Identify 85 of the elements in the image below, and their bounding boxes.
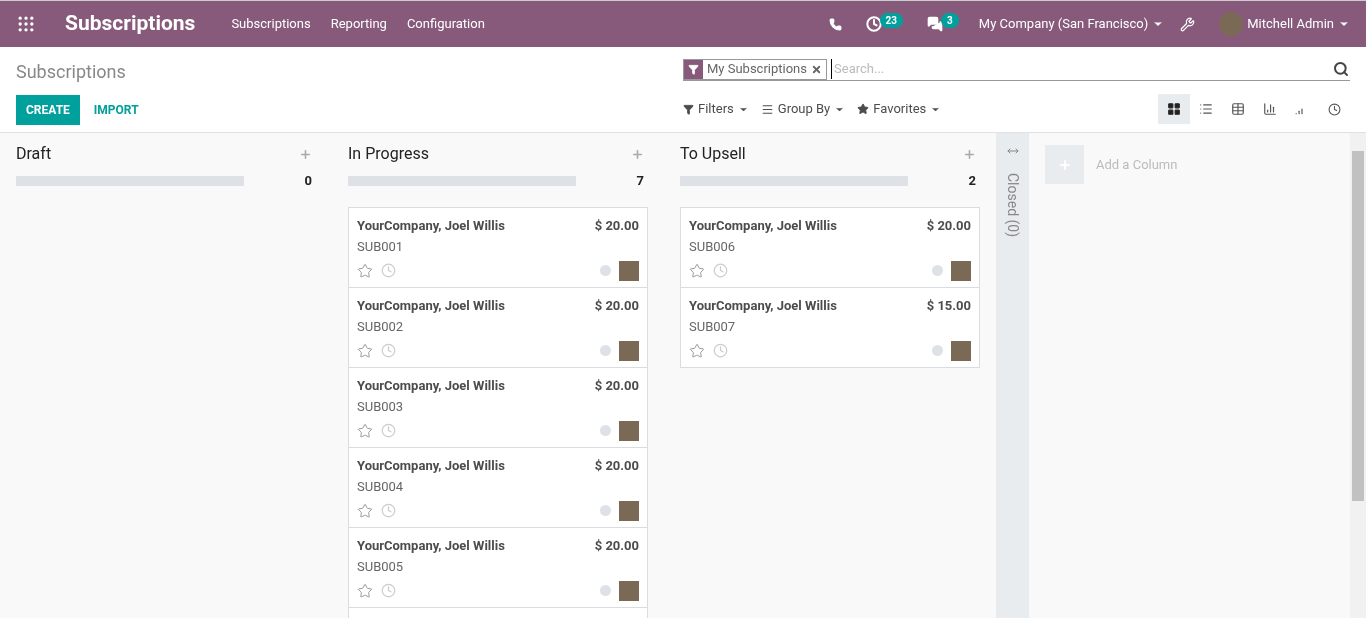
amount: $ 20.00 <box>594 456 639 475</box>
customer-name: YourCompany, Joel Willis <box>357 376 505 395</box>
column-title: To Upsell <box>680 143 746 165</box>
subscription-card[interactable]: YourCompany, Joel Willis $ 20.00 SUB002 <box>348 286 648 368</box>
column-title: In Progress <box>348 143 429 165</box>
star-icon[interactable] <box>689 342 705 359</box>
scrollbar[interactable] <box>1350 133 1366 618</box>
customer-name: YourCompany, Joel Willis <box>689 296 837 315</box>
add-card-icon[interactable] <box>631 147 644 161</box>
amount: $ 15.00 <box>926 296 971 315</box>
avatar-placeholder <box>619 580 639 601</box>
record-count: 7 <box>636 172 644 190</box>
subscription-card[interactable]: YourCompany, Joel Willis $ 20.00 SUB005 <box>348 526 648 608</box>
star-icon[interactable] <box>357 342 373 359</box>
star-icon[interactable] <box>357 422 373 439</box>
list-lines-icon <box>760 102 774 116</box>
company-switcher[interactable]: My Company (San Francisco) <box>978 14 1165 34</box>
subscription-reference: SUB007 <box>689 318 736 336</box>
avatar-placeholder <box>619 420 639 441</box>
remove-icon[interactable] <box>811 63 822 75</box>
customer-name: YourCompany, Joel Willis <box>357 296 505 315</box>
table-view-icon <box>1231 102 1245 116</box>
avatar-placeholder <box>951 340 971 361</box>
subscription-card[interactable]: YourCompany, Joel Willis $ 20.00 SUB004 <box>348 446 648 528</box>
subscription-card[interactable]: YourCompany, Joel Willis $ 20.00 SUB006 <box>680 206 980 288</box>
search-icon[interactable] <box>1333 61 1349 77</box>
avatar-placeholder <box>951 260 971 281</box>
search-menu-dropdown[interactable]: Favorites <box>857 99 942 119</box>
amount: $ 20.00 <box>594 376 639 395</box>
star-icon[interactable] <box>357 262 373 279</box>
subscription-reference: SUB003 <box>357 398 404 416</box>
filter-icon <box>688 63 699 75</box>
add-card-icon[interactable] <box>299 147 312 161</box>
star-icon[interactable] <box>357 582 373 599</box>
message-count-badge: 3 <box>941 12 959 28</box>
filter-facet[interactable]: My Subscriptions <box>683 58 827 80</box>
amount: $ 20.00 <box>594 296 639 315</box>
subscription-card[interactable]: YourCompany, Joel Willis $ 15.00 SUB007 <box>680 286 980 368</box>
record-count: 0 <box>304 172 312 190</box>
menu-link[interactable]: Configuration <box>406 14 485 34</box>
avatar-placeholder <box>619 500 639 521</box>
menu-link[interactable]: Subscriptions <box>231 14 311 34</box>
clock-icon <box>1327 102 1341 116</box>
star-icon[interactable] <box>357 502 373 519</box>
folded-column-title: Closed (0) <box>1004 173 1022 238</box>
subscription-card[interactable]: YourCompany, Joel Willis $ 20.00 SUB003 <box>348 366 648 448</box>
amount: $ 20.00 <box>926 216 971 235</box>
subscription-reference: SUB005 <box>357 558 404 576</box>
customer-name: YourCompany, Joel Willis <box>357 216 505 235</box>
user-avatar-placeholder <box>1219 12 1244 36</box>
phone-icon[interactable] <box>828 17 842 31</box>
amount: $ 20.00 <box>594 536 639 555</box>
user-menu[interactable]: Mitchell Admin <box>1247 14 1350 34</box>
star-icon <box>857 103 870 115</box>
list-view-icon <box>1199 102 1213 116</box>
avatar-placeholder <box>619 340 639 361</box>
star-icon[interactable] <box>689 262 705 279</box>
subscription-card[interactable]: YourCompany, Joel Willis $ 20.00 SUB001 <box>348 206 648 288</box>
customer-name: YourCompany, Joel Willis <box>357 536 505 555</box>
subscription-reference: SUB001 <box>357 238 404 256</box>
view-switch-button[interactable] <box>1158 94 1190 124</box>
search-field[interactable]: Search... <box>831 59 1333 79</box>
filter-icon <box>683 103 694 115</box>
search-menu-dropdown[interactable]: Filters <box>683 99 749 119</box>
menu-link[interactable]: Reporting <box>330 14 387 34</box>
tools-icon[interactable] <box>1180 16 1196 32</box>
subscription-reference: SUB006 <box>689 238 736 256</box>
app-title: Subscriptions <box>65 10 196 38</box>
bar-chart-icon <box>1263 102 1277 116</box>
chat-icon[interactable] <box>927 16 944 32</box>
subscription-reference: SUB002 <box>357 318 404 336</box>
breadcrumb: Subscriptions <box>16 60 126 84</box>
column-title: Draft <box>16 143 52 165</box>
search-menu-dropdown[interactable]: Group By <box>760 99 846 119</box>
subscription-reference: SUB004 <box>357 478 404 496</box>
add-card-icon[interactable] <box>963 147 976 161</box>
avatar-placeholder <box>619 260 639 281</box>
activity-count-badge: 23 <box>879 12 904 28</box>
kanban-view-icon <box>1167 102 1181 116</box>
apps-menu-icon[interactable] <box>16 14 36 34</box>
customer-name: YourCompany, Joel Willis <box>689 216 837 235</box>
amount: $ 20.00 <box>594 216 639 235</box>
customer-name: YourCompany, Joel Willis <box>357 456 505 475</box>
facet-label: My Subscriptions <box>706 60 808 79</box>
record-count: 2 <box>968 172 976 190</box>
